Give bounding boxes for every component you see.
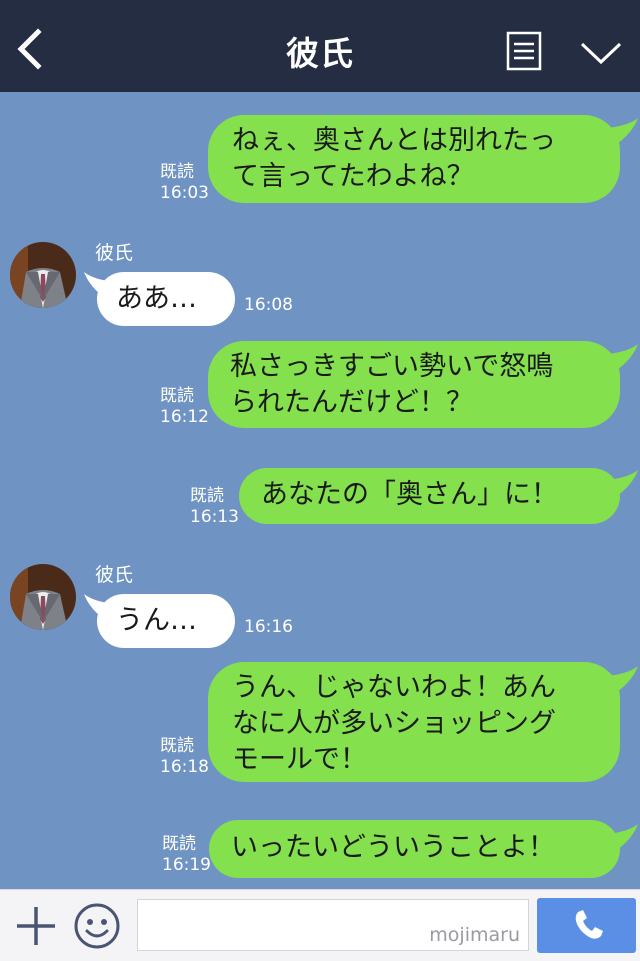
- message-row: 既読 16:18 うん、じゃないわよ！あん なに人が多いショッピング モールで！: [0, 660, 640, 785]
- emoji-icon: [74, 903, 120, 949]
- message-bubble-received[interactable]: ああ…: [97, 272, 235, 326]
- message-time: 16:18: [160, 757, 209, 777]
- message-time: 16:13: [190, 507, 239, 527]
- bubble-tail: [606, 824, 638, 852]
- message-row: 既読 16:13 あなたの「奥さん」に！: [0, 464, 640, 528]
- plus-icon: [17, 907, 55, 945]
- message-row: 既読 16:19 いったいどういうことよ！: [0, 818, 640, 880]
- sender-name: 彼氏: [95, 564, 134, 586]
- read-status: 既読: [190, 486, 224, 506]
- call-button[interactable]: [537, 898, 636, 953]
- message-row: 既読 16:03 ねぇ、奥さんとは別れたっ て言ってたわよね？: [0, 112, 640, 204]
- read-status: 既読: [162, 834, 196, 854]
- message-row: 既読 16:12 私さっきすごい勢いで怒鳴 られたんだけど！？: [0, 338, 640, 430]
- collapse-button[interactable]: [578, 38, 624, 68]
- emoji-button[interactable]: [73, 902, 121, 950]
- message-bubble-sent[interactable]: ねぇ、奥さんとは別れたっ て言ってたわよね？: [208, 115, 620, 203]
- message-time: 16:16: [244, 617, 293, 637]
- read-status: 既読: [160, 386, 194, 406]
- chat-header: 彼氏: [0, 0, 640, 92]
- chat-area[interactable]: 既読 16:03 ねぇ、奥さんとは別れたっ て言ってたわよね？ 彼氏 ああ… 1…: [0, 92, 640, 889]
- message-composer: mojimaru: [0, 889, 640, 961]
- avatar[interactable]: [10, 564, 76, 630]
- bubble-tail: [606, 470, 638, 498]
- message-meta: 既読 16:13: [190, 486, 239, 528]
- menu-button[interactable]: [506, 31, 542, 71]
- menu-icon: [506, 31, 542, 71]
- avatar-image: [10, 242, 76, 308]
- message-time: 16:03: [160, 183, 209, 203]
- chat-title: 彼氏: [286, 34, 354, 73]
- sender-name: 彼氏: [95, 242, 134, 264]
- message-bubble-sent[interactable]: あなたの「奥さん」に！: [239, 468, 620, 524]
- message-meta: 既読 16:18: [160, 736, 209, 778]
- attach-button[interactable]: [14, 904, 58, 948]
- watermark-text: mojimaru: [429, 924, 520, 946]
- message-row: 彼氏 うん… 16:16: [0, 560, 640, 660]
- message-time: 16:08: [244, 295, 293, 315]
- message-input[interactable]: mojimaru: [137, 899, 529, 951]
- read-status: 既読: [160, 162, 194, 182]
- read-status: 既読: [160, 736, 194, 756]
- message-bubble-sent[interactable]: うん、じゃないわよ！あん なに人が多いショッピング モールで！: [208, 662, 620, 782]
- avatar-image: [10, 564, 76, 630]
- message-meta: 既読 16:19: [162, 834, 211, 876]
- message-row: 彼氏 ああ… 16:08: [0, 238, 640, 338]
- phone-icon: [575, 910, 603, 939]
- message-bubble-sent[interactable]: いったいどういうことよ！: [209, 820, 620, 878]
- bubble-tail: [606, 118, 638, 146]
- avatar[interactable]: [10, 242, 76, 308]
- message-time: 16:12: [160, 407, 209, 427]
- chevron-down-icon: [580, 42, 622, 65]
- message-meta: 既読 16:12: [160, 386, 209, 428]
- message-bubble-sent[interactable]: 私さっきすごい勢いで怒鳴 られたんだけど！？: [208, 341, 620, 428]
- bubble-tail: [606, 344, 638, 372]
- bubble-tail: [606, 666, 638, 694]
- message-meta: 既読 16:03: [160, 162, 209, 204]
- message-time: 16:19: [162, 855, 211, 875]
- message-bubble-received[interactable]: うん…: [97, 594, 235, 648]
